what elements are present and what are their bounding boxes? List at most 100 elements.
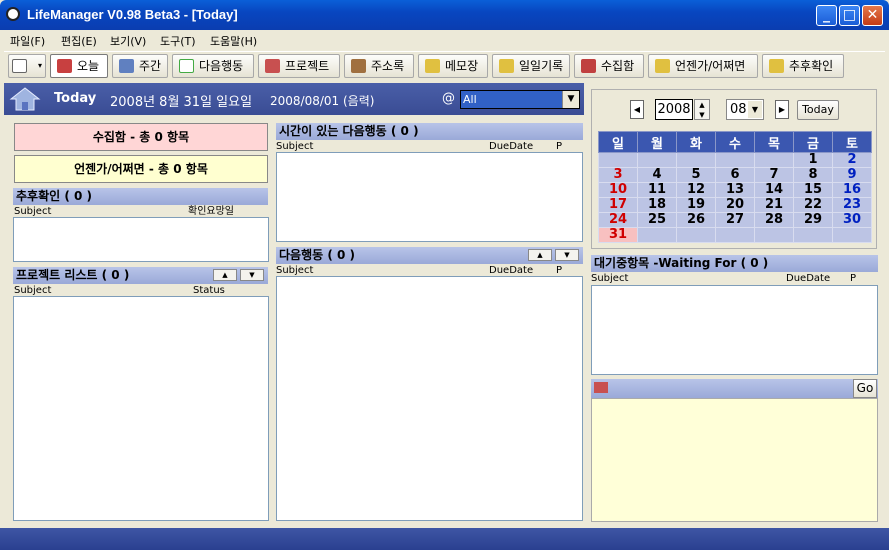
memo-toolbar — [591, 379, 878, 398]
menu-file[interactable]: 파일(F) — [10, 33, 45, 49]
calendar-today-button[interactable]: Today — [797, 100, 839, 120]
next-action-list[interactable] — [276, 276, 583, 521]
calendar-day[interactable]: 8 — [793, 167, 833, 183]
minimize-button[interactable]: _ — [816, 5, 837, 26]
calendar-day[interactable]: 15 — [793, 182, 833, 198]
month-value: 08 — [730, 102, 747, 117]
followup-list[interactable] — [13, 217, 269, 262]
calendar-day[interactable]: 24 — [598, 212, 638, 228]
toolbar-daily-log-button[interactable]: 일일기록 — [492, 54, 570, 78]
sort-down-button[interactable]: ▼ — [240, 269, 264, 281]
chevron-down-icon[interactable]: ▼ — [748, 101, 762, 118]
calendar-day[interactable]: 6 — [715, 167, 755, 183]
calendar-empty-cell — [715, 152, 755, 168]
memo-icon — [594, 382, 608, 393]
weekday-header: 화 — [676, 131, 716, 153]
timed-next-action-list[interactable] — [276, 152, 583, 242]
calendar-empty-cell — [598, 152, 638, 168]
calendar-day[interactable]: 14 — [754, 182, 794, 198]
waiting-col-priority[interactable]: P — [850, 272, 856, 285]
prev-month-button[interactable]: ◀ — [630, 100, 644, 119]
year-field[interactable]: 2008 — [655, 99, 693, 120]
inbox-icon — [581, 59, 596, 73]
calendar-day[interactable]: 2 — [832, 152, 872, 168]
calendar-day[interactable]: 31 — [598, 227, 638, 243]
toolbar-address-book-button[interactable]: 주소록 — [344, 54, 414, 78]
calendar-day[interactable]: 28 — [754, 212, 794, 228]
calendar-empty-cell — [754, 227, 794, 243]
year-spinner[interactable]: ▲ ▼ — [694, 99, 710, 120]
calendar-day[interactable]: 20 — [715, 197, 755, 213]
calendar-day[interactable]: 21 — [754, 197, 794, 213]
sort-up-button[interactable]: ▲ — [213, 269, 237, 281]
toolbar-weekly-label: 주간 — [139, 59, 162, 73]
someday-summary[interactable]: 언젠가/어쩌면 - 총 0 항목 — [14, 155, 268, 183]
calendar-day[interactable]: 7 — [754, 167, 794, 183]
calendar-empty-cell — [754, 152, 794, 168]
calendar-day[interactable]: 22 — [793, 197, 833, 213]
calendar-day[interactable]: 11 — [637, 182, 677, 198]
toolbar-daily-log-label: 일일기록 — [519, 59, 564, 73]
daily-log-icon — [499, 59, 514, 73]
maximize-button[interactable]: □ — [839, 5, 860, 26]
calendar-empty-cell — [676, 152, 716, 168]
address-book-icon — [351, 59, 366, 73]
calendar-day[interactable]: 13 — [715, 182, 755, 198]
new-document-icon — [12, 59, 27, 73]
calendar-day[interactable]: 18 — [637, 197, 677, 213]
calendar-day[interactable]: 9 — [832, 167, 872, 183]
sort-up-button[interactable]: ▲ — [528, 249, 552, 261]
context-filter-select[interactable]: All ▼ — [460, 90, 580, 109]
toolbar-followup-button[interactable]: 추후확인 — [762, 54, 844, 78]
project-list[interactable] — [13, 296, 269, 521]
calendar-day[interactable]: 16 — [832, 182, 872, 198]
today-house-icon — [9, 87, 41, 111]
calendar-day[interactable]: 26 — [676, 212, 716, 228]
inbox-summary[interactable]: 수집함 - 총 0 항목 — [14, 123, 268, 151]
calendar-day[interactable]: 19 — [676, 197, 716, 213]
go-button[interactable]: Go — [853, 379, 877, 398]
toolbar-weekly-button[interactable]: 주간 — [112, 54, 168, 78]
calendar-day[interactable]: 5 — [676, 167, 716, 183]
calendar-day[interactable]: 1 — [793, 152, 833, 168]
calendar-day[interactable]: 10 — [598, 182, 638, 198]
calendar-day[interactable]: 25 — [637, 212, 677, 228]
toolbar-next-action-button[interactable]: 다음행동 — [172, 54, 254, 78]
next-month-button[interactable]: ▶ — [775, 100, 789, 119]
toolbar-today-button[interactable]: 오늘 — [50, 54, 108, 78]
calendar-day[interactable]: 4 — [637, 167, 677, 183]
project-icon — [265, 59, 280, 73]
month-select[interactable]: 08 ▼ — [726, 99, 764, 120]
calendar-day[interactable]: 12 — [676, 182, 716, 198]
calendar-empty-cell — [676, 227, 716, 243]
calendar-day[interactable]: 23 — [832, 197, 872, 213]
calendar-day[interactable]: 27 — [715, 212, 755, 228]
today-header: Today 2008년 8월 31일 일요일 2008/08/01 (음력) @… — [4, 83, 584, 115]
calendar-day[interactable]: 30 — [832, 212, 872, 228]
menu-view[interactable]: 보기(V) — [110, 33, 146, 49]
close-button[interactable]: ✕ — [862, 5, 883, 26]
weekday-header: 일 — [598, 131, 638, 153]
app-icon[interactable] — [6, 7, 20, 21]
new-item-dropdown-button[interactable]: ▾ — [8, 54, 46, 78]
toolbar-project-button[interactable]: 프로젝트 — [258, 54, 340, 78]
calendar-icon — [119, 59, 134, 73]
waiting-col-subject[interactable]: Subject — [591, 272, 628, 285]
menu-help[interactable]: 도움말(H) — [210, 33, 257, 49]
toolbar: ▾ 오늘 주간 다음행동 프로젝트 주소록 메모장 일일기록 수집함 언젠가/어… — [4, 51, 885, 79]
waiting-col-duedate[interactable]: DueDate — [786, 272, 830, 285]
toolbar-memo-button[interactable]: 메모장 — [418, 54, 488, 78]
toolbar-someday-button[interactable]: 언젠가/어쩌면 — [648, 54, 758, 78]
calendar-day[interactable]: 29 — [793, 212, 833, 228]
memo-area[interactable] — [591, 398, 878, 522]
sort-down-button[interactable]: ▼ — [555, 249, 579, 261]
calendar-day[interactable]: 17 — [598, 197, 638, 213]
chevron-down-icon: ▾ — [38, 61, 43, 70]
window-title: LifeManager V0.98 Beta3 - [Today] — [27, 7, 238, 22]
toolbar-inbox-button[interactable]: 수집함 — [574, 54, 644, 78]
chevron-down-icon[interactable]: ▼ — [562, 91, 579, 108]
menu-tools[interactable]: 도구(T) — [160, 33, 196, 49]
waiting-for-list[interactable] — [591, 285, 878, 375]
menu-edit[interactable]: 편집(E) — [61, 33, 97, 49]
calendar-day[interactable]: 3 — [598, 167, 638, 183]
